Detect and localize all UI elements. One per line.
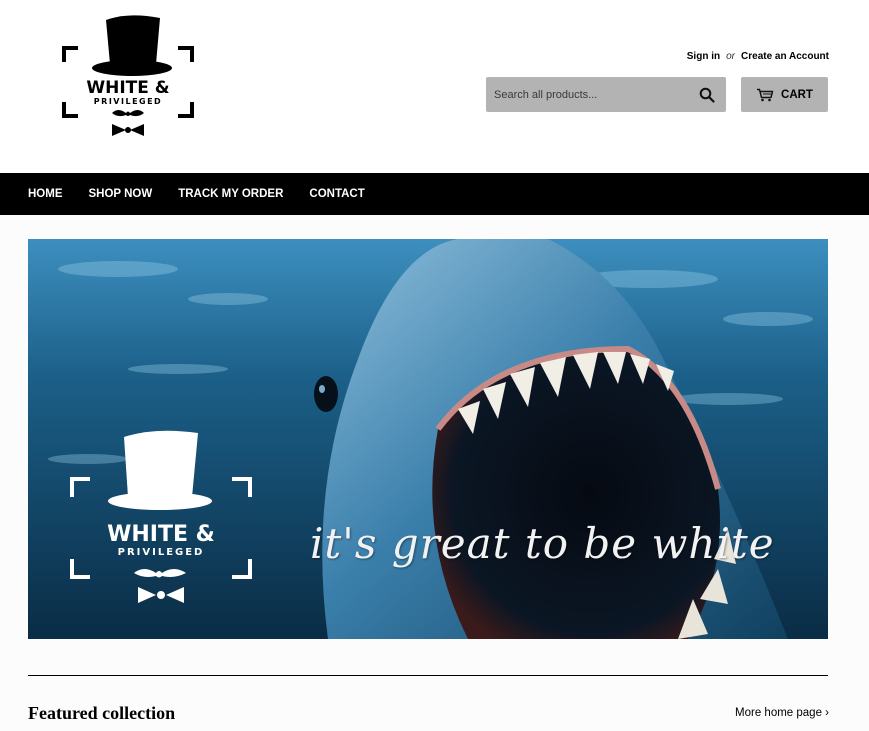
sign-in-link[interactable]: Sign in (687, 51, 720, 62)
search-bar (486, 77, 726, 112)
main-nav: HOME SHOP NOW TRACK MY ORDER CONTACT (0, 173, 869, 215)
nav-item-shop-now[interactable]: SHOP NOW (89, 188, 153, 200)
shark-banner-image: WHITE & PRIVILEGED (28, 239, 828, 639)
search-input[interactable] (486, 77, 686, 112)
featured-collection-title: Featured collection (28, 703, 176, 723)
cart-button[interactable]: CART (741, 77, 828, 112)
hero-tagline: it's great to be white (310, 519, 775, 568)
cart-icon (757, 88, 774, 101)
nav-item-contact[interactable]: CONTACT (309, 188, 364, 200)
nav-item-home[interactable]: HOME (28, 188, 63, 200)
logo-line2: PRIVILEGED (94, 97, 162, 106)
logo-line1: WHITE & (86, 78, 169, 98)
cart-label: CART (781, 88, 813, 101)
or-text: or (726, 51, 736, 62)
create-account-link[interactable]: Create an Account (741, 51, 829, 62)
banner-logo-line2: PRIVILEGED (118, 547, 205, 558)
site-logo[interactable]: WHITE & PRIVILEGED (60, 12, 196, 140)
site-header: WHITE & PRIVILEGED Sign in or Create an Ac… (0, 0, 869, 173)
search-button[interactable] (688, 77, 726, 112)
nav-item-track-my-order[interactable]: TRACK MY ORDER (178, 188, 283, 200)
account-links: Sign in or Create an Account (687, 51, 829, 62)
hero-banner[interactable]: WHITE & PRIVILEGED it's great to be whit… (28, 239, 828, 639)
banner-logo-line1: WHITE & (107, 522, 215, 547)
main-content: WHITE & PRIVILEGED it's great to be whit… (0, 215, 869, 731)
section-divider (28, 675, 828, 676)
search-icon (699, 87, 715, 103)
more-home-page-link[interactable]: More home page › (735, 707, 829, 719)
